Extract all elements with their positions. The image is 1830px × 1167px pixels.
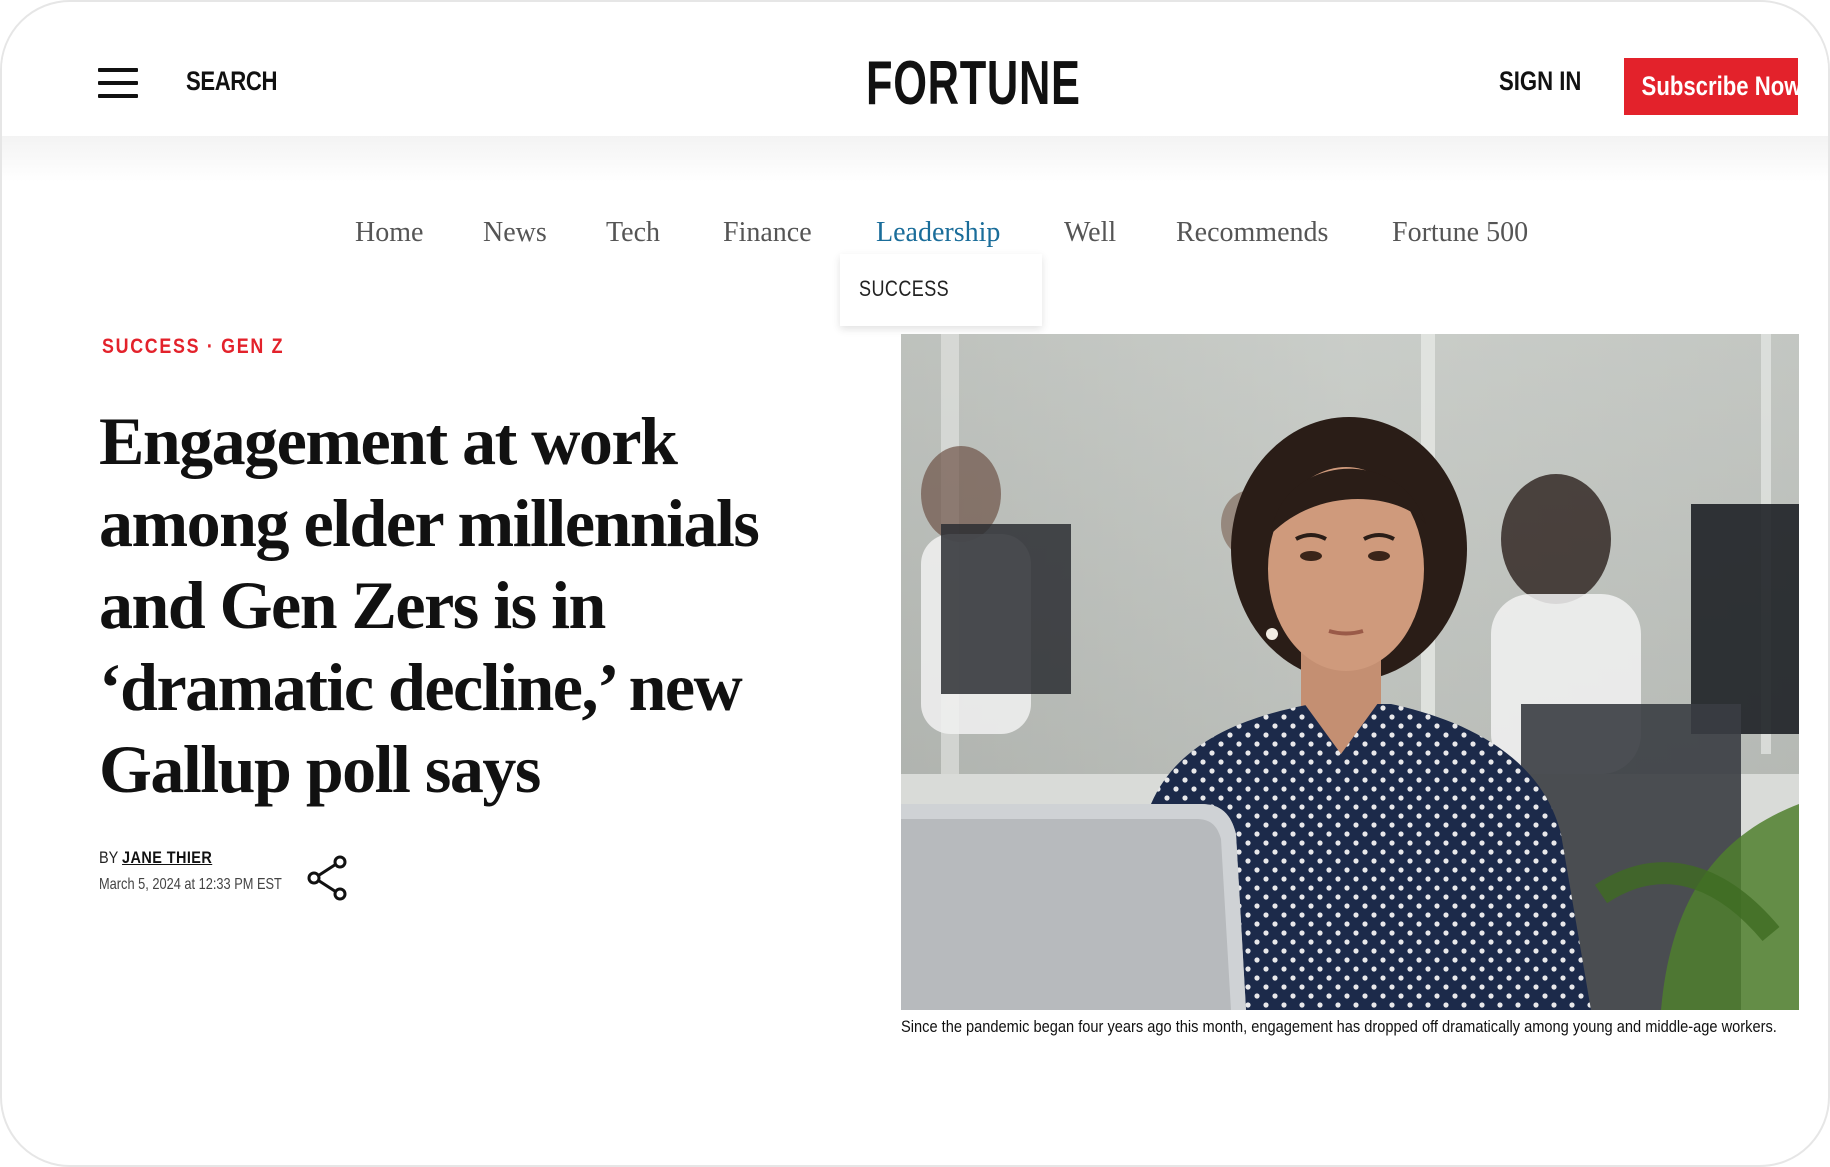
tag-gen-z[interactable]: GEN Z [221,335,284,358]
nav-item-well[interactable]: Well [1064,217,1116,249]
nav-item-leadership[interactable]: Leadership [876,217,1000,249]
nav-item-news[interactable]: News [483,217,547,249]
office-photo-illustration [901,334,1799,1010]
byline: BY JANE THIER [99,848,212,868]
hamburger-menu-icon[interactable] [98,68,138,100]
fortune-logo[interactable]: FORTUNE [866,49,1081,119]
article-headline: Engagement at work among elder millennia… [99,403,760,807]
subscribe-now-label: Subscribe Now [1641,71,1802,101]
search-link[interactable]: SEARCH [186,66,277,97]
nav-item-recommends[interactable]: Recommends [1176,217,1328,249]
nav-item-finance[interactable]: Finance [723,217,812,249]
primary-nav: Home News Tech Finance Leadership Well R… [2,217,1828,257]
header-shadow [2,136,1828,182]
menu-bar [98,81,138,85]
image-caption: Since the pandemic began four years ago … [901,1017,1777,1036]
nav-item-home[interactable]: Home [355,217,423,249]
nav-item-tech[interactable]: Tech [606,217,660,249]
publish-date: March 5, 2024 at 12:33 PM EST [99,876,282,893]
menu-bar [98,94,138,98]
sign-in-link[interactable]: SIGN IN [1499,66,1581,97]
tag-separator: · [200,335,222,358]
byline-prefix: BY [99,848,119,867]
browser-frame: SEARCH FORTUNE SIGN IN Subscribe Now Hom… [0,0,1830,1167]
tag-success[interactable]: SUCCESS [102,335,200,358]
author-link[interactable]: JANE THIER [122,848,212,867]
nav-item-fortune-500[interactable]: Fortune 500 [1392,217,1528,249]
share-icon[interactable] [306,854,350,902]
subscribe-now-button[interactable]: Subscribe Now [1624,58,1801,115]
leadership-dropdown-menu: SUCCESS [840,254,1042,326]
dropdown-item-success[interactable]: SUCCESS [859,276,949,302]
hero-image [901,334,1799,1010]
section-tags: SUCCESS · GEN Z [102,335,284,359]
menu-bar [98,68,138,72]
